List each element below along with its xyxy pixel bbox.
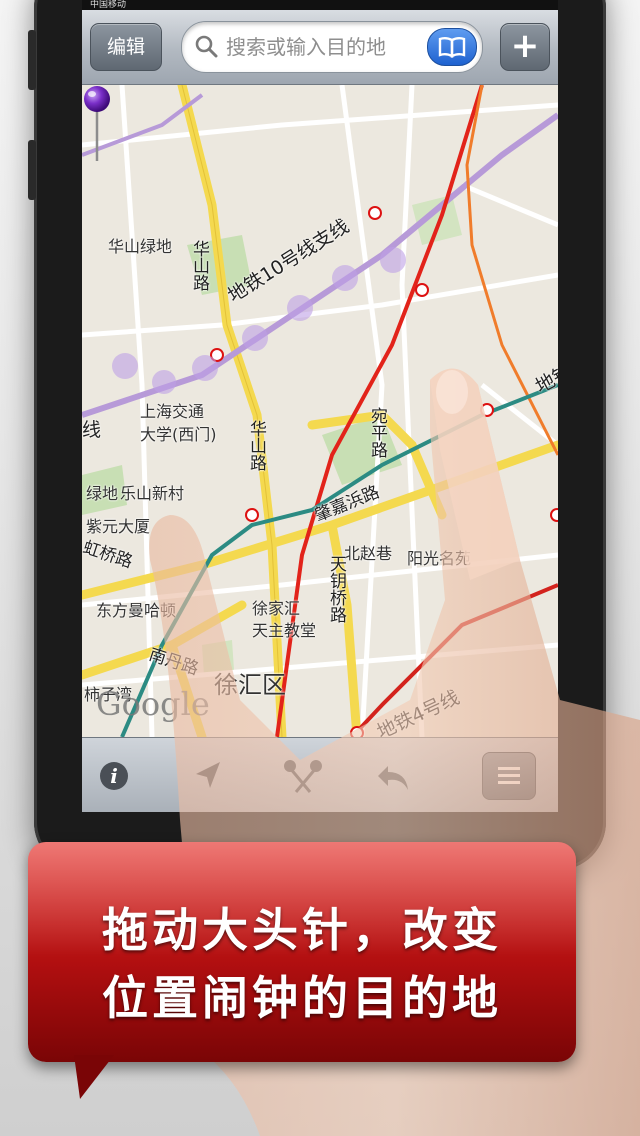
map-pin-icon[interactable] bbox=[82, 85, 112, 165]
place-label: 紫元大厦 bbox=[86, 517, 151, 536]
location-arrow-icon[interactable] bbox=[186, 754, 230, 798]
metro-label: 线 bbox=[82, 419, 102, 441]
search-input[interactable]: 搜索或输入目的地 bbox=[181, 21, 483, 73]
place-label: 徐家汇 bbox=[252, 599, 301, 618]
volume-button-lower bbox=[28, 140, 36, 200]
svg-text:i: i bbox=[110, 764, 118, 788]
place-label: 大学(西门) bbox=[140, 425, 217, 444]
edit-button[interactable]: 编辑 bbox=[90, 23, 162, 71]
undo-icon[interactable] bbox=[372, 754, 416, 798]
pin-drag-trail bbox=[112, 353, 138, 379]
pin-drop-icon[interactable] bbox=[276, 754, 330, 798]
google-attribution: Google bbox=[96, 685, 210, 723]
feature-callout: 拖动大头针，改变 位置闹钟的目的地 bbox=[28, 842, 576, 1062]
road-label: 天钥桥路 bbox=[326, 555, 346, 623]
place-label: 乐山新村 bbox=[120, 484, 185, 503]
add-button[interactable]: + bbox=[500, 23, 550, 71]
road-label: 华山路 bbox=[246, 420, 266, 471]
callout-line-1: 拖动大头针，改变 bbox=[102, 903, 502, 957]
district-label: 徐汇区 bbox=[214, 671, 286, 699]
list-button[interactable] bbox=[482, 752, 536, 800]
search-placeholder: 搜索或输入目的地 bbox=[226, 35, 386, 59]
callout-line-2: 位置闹钟的目的地 bbox=[102, 971, 502, 1025]
pin-drag-trail bbox=[152, 370, 176, 394]
carrier-label: 中国移动 bbox=[90, 0, 127, 10]
place-label: 上海交通 bbox=[140, 402, 205, 421]
bottom-toolbar: i bbox=[82, 737, 558, 812]
road-label: 宛平路 bbox=[367, 407, 387, 458]
info-icon[interactable]: i bbox=[92, 754, 136, 798]
bookmarks-button[interactable] bbox=[427, 28, 477, 66]
status-bar: 中国移动 bbox=[82, 0, 558, 10]
place-label: 华山绿地 bbox=[108, 237, 173, 256]
callout-tail bbox=[74, 1055, 114, 1099]
phone-screen: 中国移动 编辑 搜索或输入目的地 + 地铁10号线支线 地铁4号线 华山绿地 上… bbox=[82, 0, 558, 812]
list-icon bbox=[498, 767, 520, 784]
place-label: 绿地 bbox=[86, 484, 119, 503]
search-icon bbox=[195, 35, 218, 58]
pin-drag-trail bbox=[242, 325, 268, 351]
place-label: 阳光名苑 bbox=[407, 549, 472, 568]
navigation-bar: 编辑 搜索或输入目的地 + bbox=[82, 10, 558, 85]
pin-drag-trail bbox=[332, 265, 358, 291]
book-icon bbox=[438, 37, 466, 58]
volume-button bbox=[28, 30, 36, 90]
map-view[interactable]: 地铁10号线支线 地铁4号线 华山绿地 上海交通 大学(西门) 乐山新村 绿地 … bbox=[82, 85, 558, 737]
pin-drag-trail bbox=[192, 355, 218, 381]
place-label: 东方曼哈顿 bbox=[96, 601, 177, 620]
pin-drag-trail bbox=[380, 247, 406, 273]
pin-drag-trail bbox=[287, 295, 313, 321]
place-label: 北赵巷 bbox=[344, 544, 393, 563]
place-label: 天主教堂 bbox=[252, 621, 317, 640]
road-label: 华山路 bbox=[189, 240, 209, 291]
